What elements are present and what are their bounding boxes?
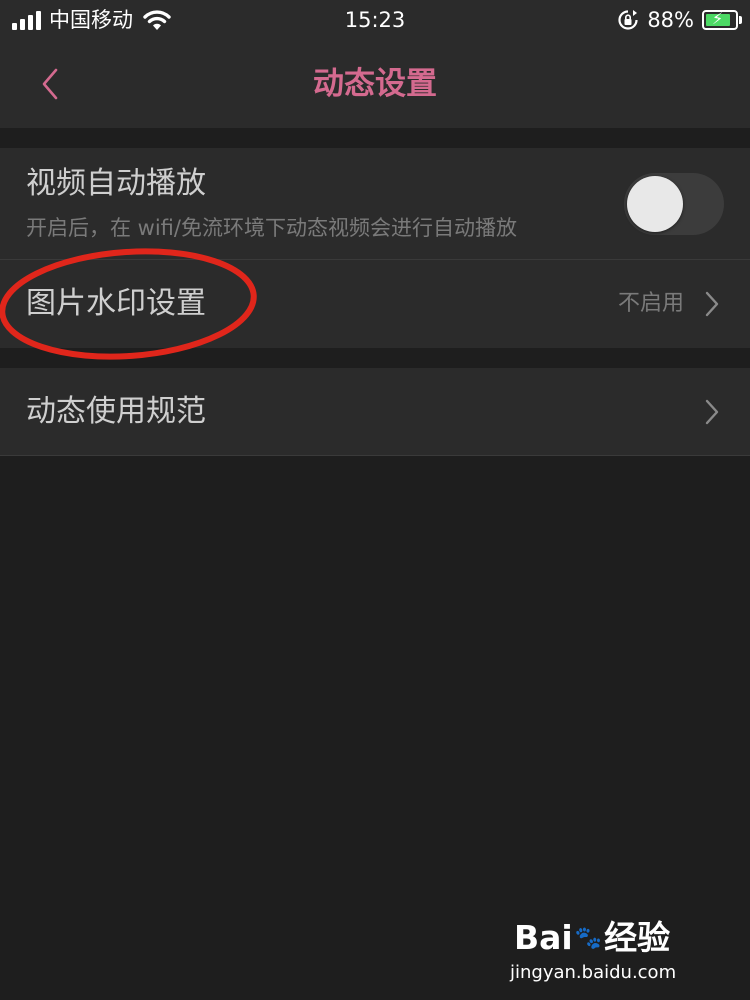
status-right: 88% ⚡ bbox=[617, 6, 742, 34]
nav-bar: 动态设置 bbox=[0, 40, 750, 128]
autoplay-toggle[interactable] bbox=[624, 173, 724, 235]
settings-group-2: 动态使用规范 bbox=[0, 368, 750, 456]
rotation-lock-icon bbox=[618, 10, 638, 30]
paw-icon: 🐾 bbox=[574, 926, 603, 951]
watermark-title: 图片水印设置 bbox=[26, 286, 206, 321]
watermark-bai-text: Bai bbox=[514, 918, 573, 957]
watermark-value: 不启用 bbox=[617, 291, 684, 316]
battery-percent: 88% bbox=[647, 8, 694, 32]
guidelines-title: 动态使用规范 bbox=[26, 394, 206, 429]
watermark-logo: Bai🐾经验 bbox=[514, 918, 670, 959]
status-bar: 中国移动 15:23 88% ⚡ bbox=[0, 0, 750, 40]
toggle-knob bbox=[627, 176, 683, 232]
autoplay-row: 视频自动播放 开启后，在 wifi/免流环境下动态视频会进行自动播放 bbox=[0, 148, 750, 260]
chevron-right-icon bbox=[705, 399, 719, 425]
guidelines-row[interactable]: 动态使用规范 bbox=[0, 368, 750, 456]
baidu-jingyan-watermark: Bai🐾经验 jingyan.baidu.com bbox=[510, 918, 710, 988]
chevron-right-icon bbox=[705, 291, 719, 317]
settings-group-1: 视频自动播放 开启后，在 wifi/免流环境下动态视频会进行自动播放 图片水印设… bbox=[0, 148, 750, 348]
watermark-jingyan-text: 经验 bbox=[604, 918, 671, 957]
watermark-row[interactable]: 图片水印设置 不启用 bbox=[0, 260, 750, 348]
watermark-url: jingyan.baidu.com bbox=[510, 962, 677, 983]
page-title: 动态设置 bbox=[313, 66, 437, 102]
autoplay-title: 视频自动播放 bbox=[26, 166, 206, 201]
autoplay-subtitle: 开启后，在 wifi/免流环境下动态视频会进行自动播放 bbox=[26, 216, 517, 240]
battery-charging-icon: ⚡ bbox=[702, 10, 742, 30]
